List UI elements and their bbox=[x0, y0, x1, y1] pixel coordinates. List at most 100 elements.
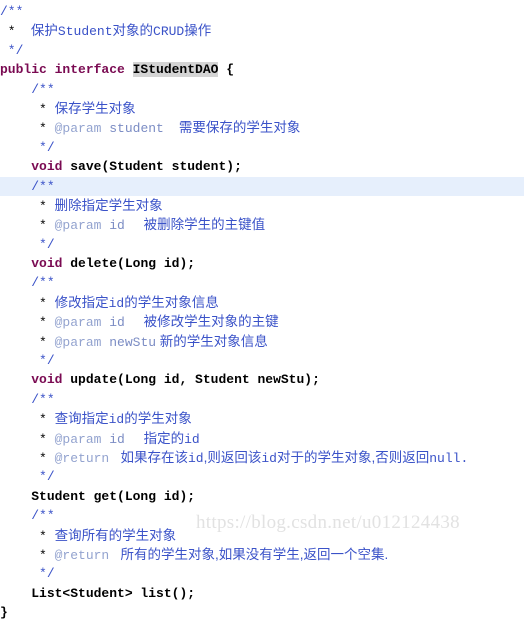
code-line[interactable]: * 删除指定学生对象 bbox=[0, 196, 524, 215]
code-editor-surface[interactable]: /** * 保护Student对象的CRUD操作 */ public interf… bbox=[0, 0, 524, 620]
token-cmt-text: 修改指定 bbox=[54, 294, 109, 310]
code-line[interactable]: * @param id 被修改学生对象的主键 bbox=[0, 312, 524, 331]
token-cmt-mono: id bbox=[261, 450, 277, 466]
code-line[interactable]: */ bbox=[0, 564, 524, 583]
token-cmt-star: * bbox=[31, 547, 55, 563]
code-line[interactable]: void save(Student student); bbox=[0, 157, 524, 176]
token-cmt-text: 删除指定学生对象 bbox=[54, 197, 163, 213]
code-line[interactable]: void update(Long id, Student newStu); bbox=[0, 370, 524, 389]
token-cmt-text: 操作 bbox=[184, 23, 212, 39]
token-cmt-mono: id bbox=[188, 450, 204, 466]
code-line[interactable]: /** bbox=[0, 2, 524, 21]
code-content[interactable]: /** * 保护Student对象的CRUD操作 */ public interf… bbox=[0, 2, 524, 623]
code-line[interactable]: void delete(Long id); bbox=[0, 254, 524, 273]
code-line[interactable]: * 保存学生对象 bbox=[0, 99, 524, 118]
code-line[interactable]: * @param id 指定的id bbox=[0, 429, 524, 448]
token-tag: @param bbox=[54, 431, 102, 447]
token-cmt-star: * bbox=[31, 450, 55, 466]
token-tagname: student bbox=[101, 121, 164, 137]
code-line[interactable]: */ bbox=[0, 235, 524, 254]
token-cmt-star: * bbox=[31, 121, 55, 137]
code-line[interactable]: */ bbox=[0, 41, 524, 60]
token-cmt-star: * bbox=[31, 295, 55, 311]
token-kw: void bbox=[31, 256, 63, 272]
token-tagname: newStu bbox=[101, 334, 157, 350]
code-line[interactable]: * @return 所有的学生对象,如果没有学生,返回一个空集. bbox=[0, 545, 524, 564]
token-tag: @return bbox=[54, 547, 110, 563]
token-plain: update(Long id, Student newStu); bbox=[62, 372, 320, 388]
token-cmt-text: 查询所有的学生对象 bbox=[54, 527, 177, 543]
code-line[interactable]: * 查询所有的学生对象 bbox=[0, 526, 524, 545]
code-line[interactable]: /** bbox=[0, 176, 524, 196]
token-cmt-text: 指定的 bbox=[124, 430, 185, 446]
token-tag: @param bbox=[54, 218, 102, 234]
code-line[interactable]: * 保护Student对象的CRUD操作 bbox=[0, 21, 524, 40]
code-line[interactable]: public interface IStudentDAO { bbox=[0, 60, 524, 79]
token-cmt-delim: */ bbox=[31, 566, 55, 582]
code-line[interactable]: Student get(Long id); bbox=[0, 487, 524, 506]
token-type-sel: IStudentDAO bbox=[132, 62, 219, 78]
token-cmt-delim: /** bbox=[31, 508, 55, 524]
token-cmt-star: * bbox=[31, 334, 55, 350]
token-cmt-star: * bbox=[31, 412, 55, 428]
code-line[interactable]: /** bbox=[0, 80, 524, 99]
token-brace: { bbox=[218, 62, 235, 78]
code-line[interactable]: * @param id 被删除学生的主键值 bbox=[0, 215, 524, 234]
token-cmt-delim: /** bbox=[31, 275, 55, 291]
code-line[interactable]: * @param newStu 新的学生对象信息 bbox=[0, 332, 524, 351]
token-cmt-text: 保护 bbox=[23, 23, 58, 39]
code-line[interactable]: * @param student 需要保存的学生对象 bbox=[0, 118, 524, 137]
token-cmt-delim: */ bbox=[31, 139, 55, 155]
token-plain: delete(Long id); bbox=[62, 256, 196, 272]
code-line[interactable]: List<Student> list(); bbox=[0, 584, 524, 603]
token-cmt-mono: id bbox=[184, 431, 200, 447]
code-line[interactable]: * 修改指定id的学生对象信息 bbox=[0, 293, 524, 312]
token-cmt-star: * bbox=[31, 218, 55, 234]
token-cmt-star: * bbox=[31, 315, 55, 331]
code-line[interactable]: * @return 如果存在该id,则返回该id对于的学生对象,否则返回null… bbox=[0, 448, 524, 467]
token-cmt-delim: */ bbox=[31, 469, 55, 485]
code-line[interactable]: /** bbox=[0, 506, 524, 525]
token-cmt-text: 查询指定 bbox=[54, 411, 109, 427]
token-cmt-delim: */ bbox=[31, 353, 55, 369]
token-cmt-star: * bbox=[0, 24, 24, 40]
token-cmt-text: 所有的学生对象,如果没有学生,返回一个空集. bbox=[109, 546, 389, 562]
code-line[interactable]: /** bbox=[0, 273, 524, 292]
token-cmt-delim: */ bbox=[0, 42, 24, 58]
code-line[interactable]: /** bbox=[0, 390, 524, 409]
token-cmt-text: 如果存在该 bbox=[109, 449, 188, 465]
token-cmt-text: 对于的学生对象,否则返回 bbox=[276, 449, 430, 465]
token-kw: public interface bbox=[0, 62, 133, 78]
token-cmt-star: * bbox=[31, 431, 55, 447]
token-cmt-mono: CRUD bbox=[153, 24, 185, 40]
token-tagname: id bbox=[101, 218, 125, 234]
code-line[interactable]: * 查询指定id的学生对象 bbox=[0, 409, 524, 428]
code-line[interactable]: */ bbox=[0, 351, 524, 370]
token-cmt-text: 保存学生对象 bbox=[54, 100, 136, 116]
token-cmt-delim: */ bbox=[31, 236, 55, 252]
code-line[interactable]: */ bbox=[0, 138, 524, 157]
code-line[interactable]: */ bbox=[0, 467, 524, 486]
token-tagname: id bbox=[101, 431, 125, 447]
token-tagname: id bbox=[101, 315, 125, 331]
code-line[interactable]: } bbox=[0, 603, 524, 622]
token-plain: List<Student> list(); bbox=[31, 585, 196, 601]
token-cmt-star: * bbox=[31, 101, 55, 117]
token-kw: void bbox=[31, 372, 63, 388]
token-kw: void bbox=[31, 159, 63, 175]
